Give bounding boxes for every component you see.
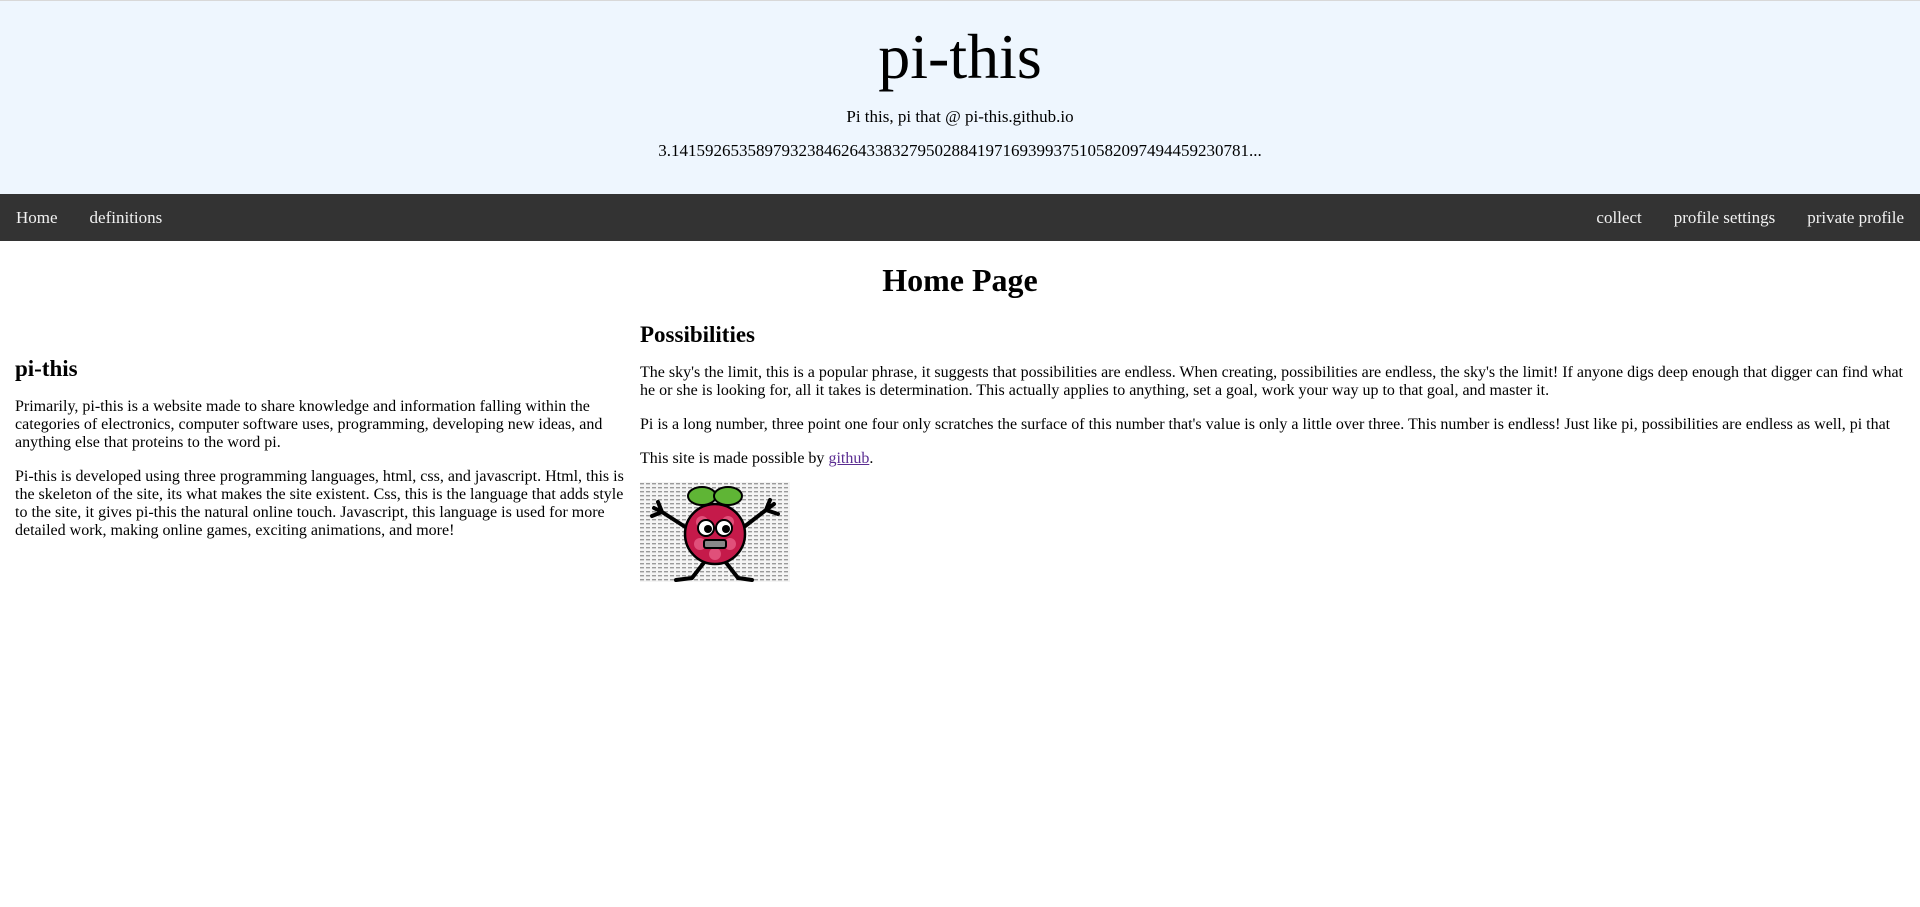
languages-paragraph: Pi-this is developed using three program… [15,468,624,539]
github-link[interactable]: github [828,450,869,467]
nav-right-group: collect profile settings private profile [1580,194,1920,241]
nav-profile-settings-link[interactable]: profile settings [1658,194,1792,241]
about-heading: pi-this [15,356,78,381]
about-paragraph: Primarily, pi-this is a website made to … [15,398,603,451]
pi-digits: 3.14159265358979323846264338327950288419… [658,141,1262,160]
page-title: Home Page [882,262,1038,298]
nav-collect-link[interactable]: collect [1580,194,1657,241]
site-title: pi-this [878,21,1042,92]
top-navbar: Home definitions collect profile setting… [0,194,1920,241]
raspberry-pi-mascot-icon [640,482,790,582]
left-column: pi-this Primarily, pi-this is a website … [15,354,625,556]
nav-definitions-link[interactable]: definitions [74,194,179,241]
pi-endless-paragraph: Pi is a long number, three point one fou… [640,416,1891,433]
nav-home-link[interactable]: Home [0,194,74,241]
nav-private-profile-link[interactable]: private profile [1791,194,1920,241]
possibilities-heading: Possibilities [640,322,756,347]
credit-prefix: This site is made possible by [640,450,829,467]
nav-left-group: Home definitions [0,194,178,241]
site-tagline: Pi this, pi that @ pi-this.github.io [846,107,1074,126]
credit-line: This site is made possible by github. [640,450,1905,468]
credit-suffix: . [869,450,874,467]
site-header: pi-this Pi this, pi that @ pi-this.githu… [0,0,1920,194]
right-column: Possibilities The sky's the limit, this … [640,320,1905,582]
sky-limit-paragraph: The sky's the limit, this is a popular p… [640,364,1903,399]
